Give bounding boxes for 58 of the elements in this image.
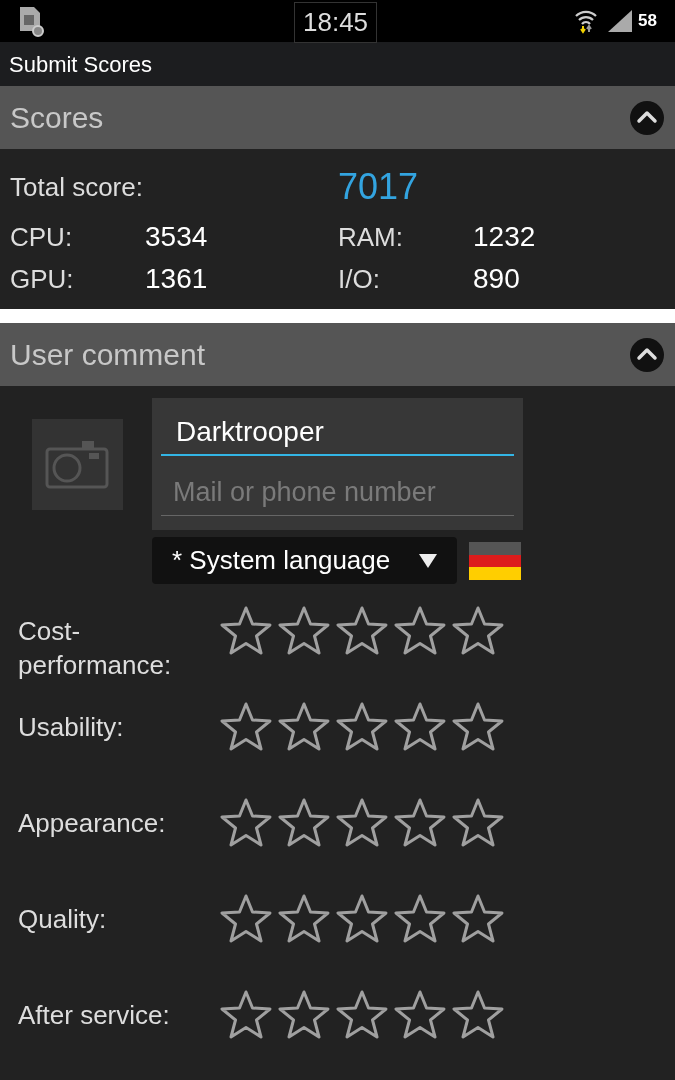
score-value: 1232	[473, 220, 537, 254]
score-value: 890	[473, 262, 521, 296]
collapse-icon[interactable]	[629, 99, 665, 136]
contact-field[interactable]: Mail or phone number	[161, 470, 514, 516]
score-label: GPU:	[10, 263, 75, 296]
collapse-icon[interactable]	[629, 336, 665, 373]
star-icon[interactable]	[278, 798, 330, 848]
star-icon[interactable]	[278, 894, 330, 944]
star-icon[interactable]	[336, 894, 388, 944]
rating-label: Usability:	[18, 711, 125, 744]
star-icon[interactable]	[220, 702, 272, 752]
rating-label: After service:	[18, 999, 171, 1032]
rating-label: Appearance:	[18, 807, 167, 840]
section-title: Scores	[10, 100, 104, 136]
section-title: User comment	[10, 337, 206, 373]
section-header[interactable]: Scores	[0, 86, 675, 149]
wifi-icon	[574, 8, 599, 34]
total-score-label: Total score:	[10, 170, 144, 204]
sim-settings-icon	[18, 5, 44, 37]
score-value: 1361	[145, 262, 209, 296]
score-label: CPU:	[10, 221, 74, 254]
star-icon[interactable]	[336, 606, 388, 656]
language-dropdown[interactable]: * System language	[152, 537, 457, 584]
signal-icon	[608, 10, 633, 32]
star-icon[interactable]	[278, 606, 330, 656]
score-value: 3534	[145, 220, 209, 254]
star-icon[interactable]	[336, 798, 388, 848]
flag-icon[interactable]	[469, 541, 521, 580]
star-icon[interactable]	[452, 894, 504, 944]
star-icon[interactable]	[220, 798, 272, 848]
dropdown-arrow-icon	[419, 553, 437, 568]
star-icon[interactable]	[452, 990, 504, 1040]
star-icon[interactable]	[278, 990, 330, 1040]
name-field[interactable]: Darktrooper	[161, 410, 514, 456]
battery-level: 58	[638, 10, 657, 33]
score-label: I/O:	[338, 263, 381, 296]
star-icon[interactable]	[394, 798, 446, 848]
section-header[interactable]: User comment	[0, 323, 675, 386]
star-icon[interactable]	[452, 798, 504, 848]
clock: 18:45	[294, 2, 378, 43]
star-icon[interactable]	[220, 606, 272, 656]
star-icon[interactable]	[220, 894, 272, 944]
star-icon[interactable]	[452, 702, 504, 752]
app-title: Submit Scores	[9, 50, 153, 79]
star-icon[interactable]	[394, 702, 446, 752]
star-icon[interactable]	[278, 702, 330, 752]
rating-label: Quality:	[18, 903, 108, 936]
score-label: RAM:	[338, 221, 404, 254]
star-icon[interactable]	[394, 990, 446, 1040]
star-icon[interactable]	[336, 990, 388, 1040]
rating-label: Cost- performance:	[18, 615, 173, 682]
camera-icon	[44, 438, 110, 491]
star-icon[interactable]	[220, 990, 272, 1040]
star-icon[interactable]	[394, 894, 446, 944]
total-score-value: 7017	[338, 165, 419, 209]
star-icon[interactable]	[336, 702, 388, 752]
star-icon[interactable]	[394, 606, 446, 656]
star-icon[interactable]	[452, 606, 504, 656]
